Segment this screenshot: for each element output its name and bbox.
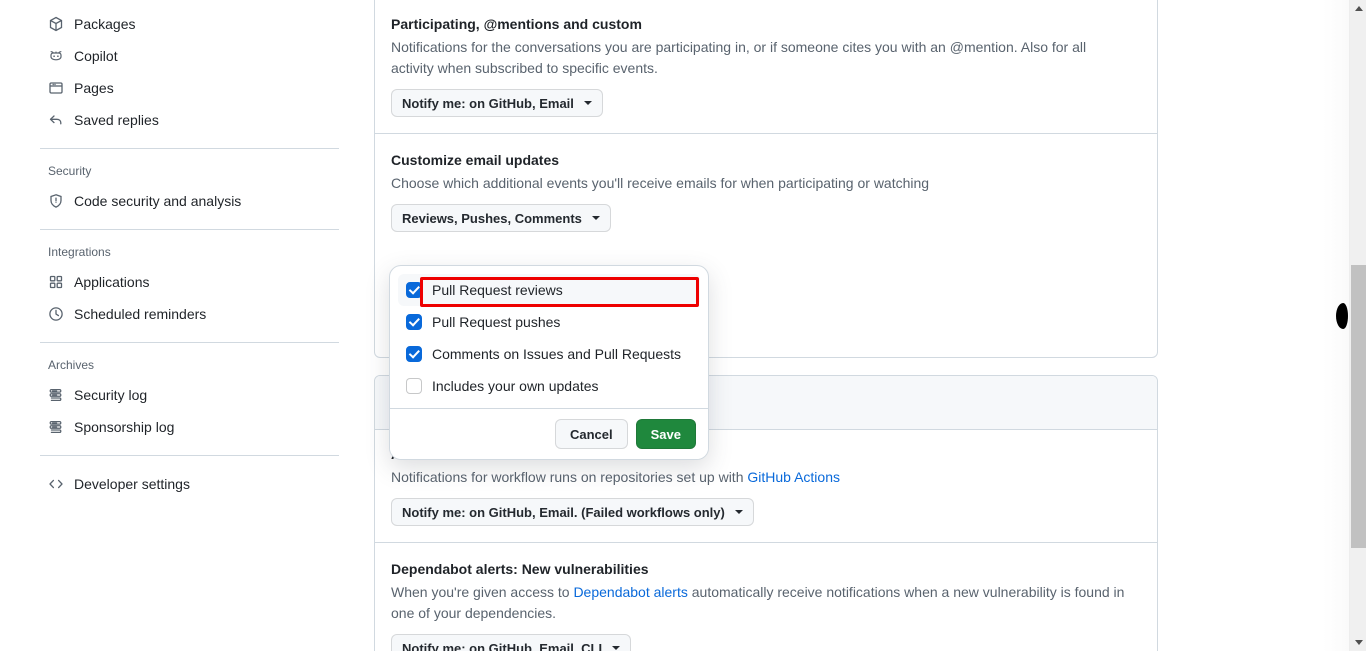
sidebar-item-label: Scheduled reminders <box>74 306 207 322</box>
sidebar-item-code-security-and-analysis[interactable]: Code security and analysis <box>40 185 339 217</box>
actions-description: Notifications for workflow runs on repos… <box>391 467 1126 488</box>
dropdown-footer: Cancel Save <box>390 408 708 459</box>
sidebar-item-developer-settings[interactable]: Developer settings <box>40 468 339 500</box>
dropdown-option-list: Pull Request reviews Pull Request pushes… <box>390 266 708 408</box>
dependabot-title: Dependabot alerts: New vulnerabilities <box>391 561 649 577</box>
participating-select-label: Notify me: on GitHub, Email <box>402 95 574 111</box>
settings-page: Packages Copilot Pages Saved replies Sec… <box>0 0 1366 651</box>
sidebar-item-label: Applications <box>74 274 150 290</box>
sidebar-item-packages[interactable]: Packages <box>40 8 339 40</box>
customize-email-description: Choose which additional events you'll re… <box>391 175 930 191</box>
chevron-down-icon <box>591 216 600 220</box>
sidebar-divider <box>40 455 339 456</box>
customize-email-select-button[interactable]: Reviews, Pushes, Comments <box>391 204 611 232</box>
scrollbar-thumb[interactable] <box>1351 265 1366 548</box>
sidebar-item-pages[interactable]: Pages <box>40 72 339 104</box>
chevron-up-icon <box>1354 6 1363 11</box>
package-icon <box>48 16 64 32</box>
dropdown-option-pull-request-pushes[interactable]: Pull Request pushes <box>398 306 700 338</box>
sidebar-item-label: Sponsorship log <box>74 419 175 435</box>
dependabot-description: When you're given access to Dependabot a… <box>391 582 1126 624</box>
dropdown-option-comments-on-issues-and-pull-requests[interactable]: Comments on Issues and Pull Requests <box>398 338 700 370</box>
copilot-icon <box>48 48 64 64</box>
sidebar-item-copilot[interactable]: Copilot <box>40 40 339 72</box>
participating-title: Participating, @mentions and custom <box>391 16 642 32</box>
scroll-up-button[interactable] <box>1350 0 1366 17</box>
dependabot-select-button[interactable]: Notify me: on GitHub, Email, CLI <box>391 634 632 651</box>
chevron-down-icon <box>612 646 621 650</box>
dropdown-option-pull-request-reviews[interactable]: Pull Request reviews <box>398 274 700 306</box>
shield-check-icon <box>48 193 64 209</box>
dropdown-option-includes-your-own-updates[interactable]: Includes your own updates <box>398 370 700 402</box>
customize-email-title: Customize email updates <box>391 152 560 168</box>
row-participating: Participating, @mentions and custom Noti… <box>375 0 1157 133</box>
sidebar-item-saved-replies[interactable]: Saved replies <box>40 104 339 136</box>
reply-icon <box>48 112 64 128</box>
sidebar-item-label: Saved replies <box>74 112 159 128</box>
apps-grid-icon <box>48 274 64 290</box>
code-icon <box>48 476 64 492</box>
dependabot-select-label: Notify me: on GitHub, Email, CLI <box>402 640 603 651</box>
chevron-down-icon <box>734 510 743 514</box>
sidebar-heading-archives: Archives <box>48 358 95 372</box>
customize-email-select-label: Reviews, Pushes, Comments <box>402 210 582 226</box>
sidebar-item-sponsorship-log[interactable]: Sponsorship log <box>40 411 339 443</box>
email-updates-dropdown-panel[interactable]: Pull Request reviews Pull Request pushes… <box>389 265 709 460</box>
participating-description: Notifications for the conversations you … <box>391 39 1087 76</box>
sidebar-divider <box>40 342 339 343</box>
settings-sidebar: Packages Copilot Pages Saved replies Sec… <box>0 0 355 651</box>
sidebar-heading-security: Security <box>48 164 92 178</box>
notifications-settings-main: Notify me: on GitHub, Email Participatin… <box>355 0 1345 651</box>
chevron-down-icon <box>583 101 592 105</box>
sidebar-item-label: Code security and analysis <box>74 193 242 209</box>
actions-description-text: Notifications for workflow runs on repos… <box>391 469 748 485</box>
sidebar-item-scheduled-reminders[interactable]: Scheduled reminders <box>40 298 339 330</box>
sidebar-item-label: Pages <box>74 80 114 96</box>
dropdown-option-label: Comments on Issues and Pull Requests <box>432 346 682 362</box>
dropdown-option-label: Pull Request reviews <box>432 282 563 298</box>
sidebar-item-label: Packages <box>74 16 136 32</box>
sidebar-divider <box>40 229 339 230</box>
sidebar-item-label: Developer settings <box>74 476 190 492</box>
log-icon <box>48 419 64 435</box>
mouse-cursor-marker <box>1336 303 1348 329</box>
sidebar-item-label: Security log <box>74 387 148 403</box>
checkbox-unchecked-icon[interactable] <box>406 378 422 394</box>
participating-select-button[interactable]: Notify me: on GitHub, Email <box>391 89 603 117</box>
checkbox-checked-icon[interactable] <box>406 346 422 362</box>
sidebar-divider <box>40 148 339 149</box>
dropdown-option-label: Includes your own updates <box>432 378 599 394</box>
sidebar-item-security-log[interactable]: Security log <box>40 379 339 411</box>
dependabot-alerts-link[interactable]: Dependabot alerts <box>573 584 687 600</box>
clock-icon <box>48 306 64 322</box>
dropdown-option-label: Pull Request pushes <box>432 314 561 330</box>
github-actions-link[interactable]: GitHub Actions <box>747 469 840 485</box>
actions-select-label: Notify me: on GitHub, Email. (Failed wor… <box>402 504 725 520</box>
vertical-scrollbar[interactable] <box>1349 0 1366 651</box>
checkbox-checked-icon[interactable] <box>406 314 422 330</box>
sidebar-heading-integrations: Integrations <box>48 245 111 259</box>
cancel-button[interactable]: Cancel <box>554 419 628 449</box>
log-icon <box>48 387 64 403</box>
row-dependabot-alerts: Dependabot alerts: New vulnerabilities W… <box>375 543 1157 651</box>
checkbox-checked-icon[interactable] <box>406 282 422 298</box>
browser-icon <box>48 80 64 96</box>
sidebar-item-label: Copilot <box>74 48 118 64</box>
sidebar-item-applications[interactable]: Applications <box>40 266 339 298</box>
dependabot-description-before: When you're given access to <box>391 584 574 600</box>
actions-select-button[interactable]: Notify me: on GitHub, Email. (Failed wor… <box>391 498 754 526</box>
chevron-down-icon <box>1354 640 1363 645</box>
scroll-down-button[interactable] <box>1350 634 1366 651</box>
save-button[interactable]: Save <box>635 419 696 449</box>
row-customize-email-updates: Customize email updates Choose which add… <box>375 134 1157 248</box>
